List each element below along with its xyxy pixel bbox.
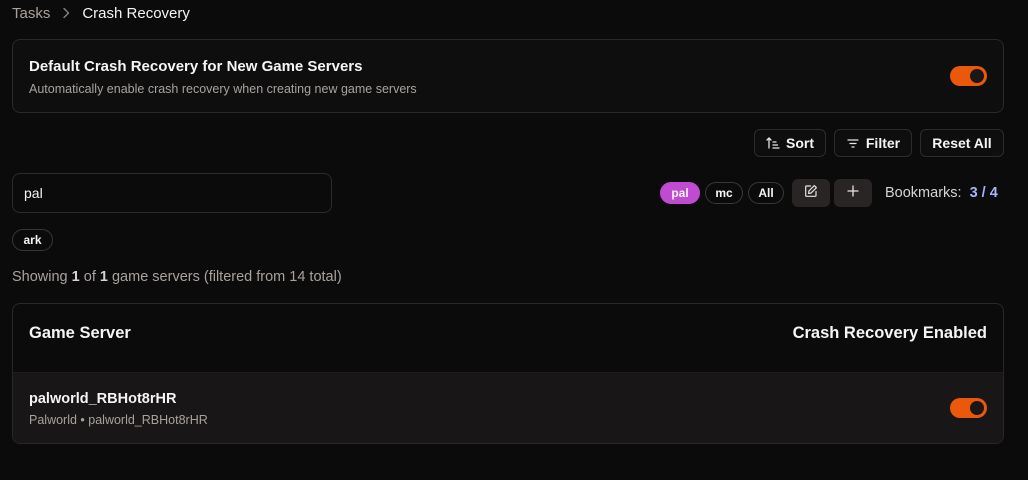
filter-icon [846, 136, 860, 150]
breadcrumb: Tasks Crash Recovery [12, 4, 190, 22]
bookmark-pill-pal[interactable]: pal [660, 182, 700, 204]
default-crash-recovery-card: Default Crash Recovery for New Game Serv… [12, 39, 1004, 113]
toggle-knob [970, 401, 984, 415]
summary-filtered-count: 1 [99, 269, 108, 285]
server-crash-recovery-toggle[interactable] [950, 398, 987, 418]
column-header-game-server: Game Server [29, 324, 131, 342]
chevron-right-icon [62, 7, 70, 19]
default-card-title: Default Crash Recovery for New Game Serv… [29, 58, 363, 75]
sort-icon [766, 136, 780, 150]
bookmarks-count: 3 / 4 [969, 185, 998, 201]
server-name: palworld_RBHot8rHR [29, 391, 177, 407]
reset-all-label: Reset All [932, 135, 992, 151]
filter-label: Filter [865, 135, 901, 151]
toggle-knob [970, 69, 984, 83]
edit-bookmarks-button[interactable] [792, 179, 830, 207]
default-card-description: Automatically enable crash recovery when… [29, 82, 417, 96]
filter-button[interactable]: Filter [834, 129, 912, 157]
results-summary: Showing 1 of 1 game servers (filtered fr… [12, 269, 342, 285]
default-crash-recovery-toggle[interactable] [950, 66, 987, 86]
add-bookmark-button[interactable] [834, 179, 872, 207]
summary-prefix: Showing [12, 269, 72, 285]
summary-mid: of [79, 269, 100, 285]
plus-icon [847, 184, 859, 202]
bookmark-pill-all[interactable]: All [748, 182, 784, 204]
bookmarks-counter: Bookmarks: 3 / 4 [885, 185, 998, 201]
column-header-crash-recovery: Crash Recovery Enabled [792, 324, 987, 342]
breadcrumb-current: Crash Recovery [82, 4, 190, 22]
breadcrumb-tasks-link[interactable]: Tasks [12, 5, 50, 22]
summary-suffix: game servers (filtered from 14 total) [107, 269, 342, 285]
game-servers-table: Game Server Crash Recovery Enabled palwo… [12, 303, 1004, 444]
reset-all-button[interactable]: Reset All [920, 129, 1004, 157]
sort-label: Sort [786, 135, 814, 151]
edit-icon [804, 184, 818, 203]
tag-chip-ark[interactable]: ark [12, 229, 53, 251]
summary-shown-count: 1 [71, 269, 80, 285]
sort-button[interactable]: Sort [754, 129, 826, 157]
table-row: palworld_RBHot8rHR Palworld • palworld_R… [13, 372, 1003, 443]
server-subtitle: Palworld • palworld_RBHot8rHR [29, 413, 208, 427]
search-input[interactable] [12, 173, 332, 213]
bookmark-pill-mc[interactable]: mc [705, 182, 743, 204]
bookmarks-label: Bookmarks: [885, 185, 962, 201]
